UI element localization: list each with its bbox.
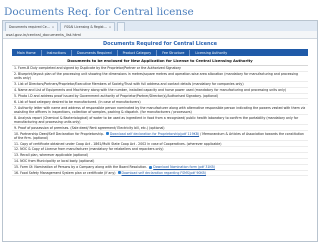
list-item-text: 7. Authority letter with name and addres… (14, 105, 306, 114)
documents-list: 1. Form-B Duly completed and signed by D… (12, 65, 308, 177)
nav-fee-structure[interactable]: Fee Structure (157, 51, 189, 55)
list-item-text: 4. Name and List of Equipments and Machi… (14, 88, 287, 93)
list-item-text: 3. List of Directors/Partners/Proprietor… (14, 82, 244, 87)
browser-tab-label: FSSAI Licensing & Regist... (64, 25, 107, 29)
download-icon[interactable] (149, 165, 153, 169)
download-link[interactable]: Download Nomination form (pdf 31KB) (153, 165, 215, 169)
nav-product-category[interactable]: Product Category (118, 51, 157, 55)
list-item-text: 1. Form-B Duly completed and signed by D… (14, 66, 181, 71)
list-item-text: 8. Analysis report (Chemical & Bacteriol… (14, 115, 299, 124)
list-item-text: 5. Photo I.D and address proof issued by… (14, 93, 219, 98)
list-item-text: 13. Recall plan, wherever applicable (op… (14, 153, 89, 158)
close-icon[interactable]: × (52, 25, 55, 29)
nav-documents-required[interactable]: Documents Required (72, 51, 117, 55)
list-item: 2. Blueprint/layout plan of the processi… (12, 72, 308, 82)
nav-main-home[interactable]: Main Home (12, 51, 41, 55)
browser-tab-label: Documents required Ce... (9, 25, 50, 29)
list-item-text: 12. NOC & Copy of License from manufactu… (14, 147, 164, 152)
slide-title: Documents Req. for Central license (4, 6, 194, 18)
list-item-text: 15. Form IX: Nomination of Persons by a … (14, 165, 148, 170)
list-item-text: 11. Copy of certificate obtained under C… (14, 141, 222, 146)
url-text: osal.gov.in/central_documents_list.html (6, 32, 82, 37)
list-item-text: 2. Blueprint/layout plan of the processi… (14, 72, 299, 81)
page-content: Documents Required for Central Licence M… (3, 41, 317, 241)
address-bar[interactable]: osal.gov.in/central_documents_list.html (3, 31, 317, 39)
browser-tab-fssai[interactable]: FSSAI Licensing & Regist... × (60, 22, 116, 31)
close-icon[interactable]: × (109, 25, 112, 29)
list-item: 7. Authority letter with name and addres… (12, 105, 308, 116)
nav-instructions[interactable]: Instructions (42, 51, 71, 55)
list-item: 10. Partnership Deed/Self Declaration fo… (12, 131, 308, 142)
browser-tab-strip: Documents required Ce... × FSSAI Licensi… (3, 21, 317, 31)
list-item: 8. Analysis report (Chemical & Bacteriol… (12, 115, 308, 126)
list-item-text: 16. Food Safety Management System plan o… (14, 170, 116, 175)
browser-tab-documents[interactable]: Documents required Ce... × (5, 22, 59, 31)
download-link[interactable]: Download self declaration for Proprietor… (110, 132, 199, 136)
documents-heading: Documents to be enclosed for New Applica… (67, 59, 253, 63)
new-tab-button[interactable] (117, 22, 126, 31)
list-item: 16. Food Safety Management System plan o… (12, 171, 308, 177)
nav-licensing-authority[interactable]: Licensing Authority (190, 51, 232, 55)
download-link[interactable]: Download self declaration regarding FSMS… (122, 171, 206, 175)
page-title: Documents Required for Central Licence (103, 41, 217, 47)
list-item-text: 6. List of food category desired to be m… (14, 99, 141, 104)
download-icon[interactable] (117, 171, 121, 175)
page-nav: Main Home Instructions Documents Require… (12, 49, 308, 56)
download-icon[interactable] (105, 132, 109, 136)
browser-screenshot: Documents required Ce... × FSSAI Licensi… (2, 20, 318, 242)
list-item-text: 14. NOC from Municipality or local body.… (14, 159, 95, 164)
list-item-text: 9. Proof of possession of premises. (Sal… (14, 125, 165, 130)
